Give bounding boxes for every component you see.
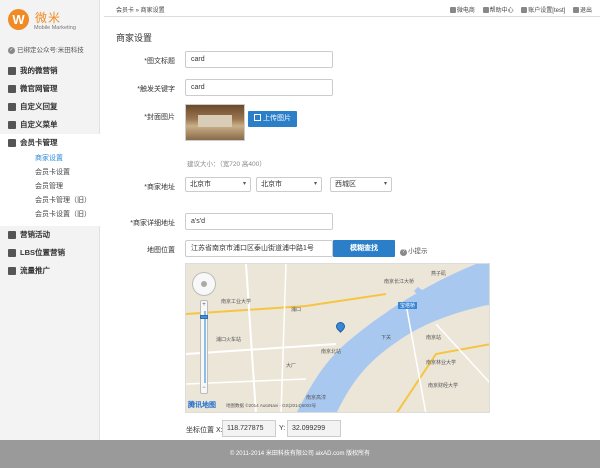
map-label: 宝塔桥 — [398, 302, 418, 309]
title-label: *图文标题 — [144, 58, 175, 65]
zoom-in-icon[interactable]: + — [201, 302, 207, 309]
coord-y-input[interactable]: 32.099299 — [287, 420, 341, 437]
map-label: 南京北站 — [321, 349, 342, 355]
map-label: 南京工业大学 — [221, 299, 252, 305]
city-select[interactable]: 北京市 ▾ — [256, 177, 322, 192]
shop-link[interactable]: 微电商 — [449, 7, 475, 14]
sidebar-item-my-marketing[interactable]: 我的微营销 — [0, 62, 100, 80]
map-label: 南京高淳 — [306, 395, 327, 401]
sidebar-nav: 我的微营销 微官网管理 自定义回复 自定义菜单 会员卡管理 商家设置 会员卡设置… — [0, 62, 100, 280]
zoom-out-icon[interactable]: − — [201, 385, 207, 392]
sidebar-item-custom-menu[interactable]: 自定义菜单 — [0, 116, 100, 134]
tip-link[interactable]: ? 小提示 — [400, 245, 428, 256]
account-settings-link[interactable]: 账户设置[test] — [521, 7, 565, 14]
detail-address-label: *商家详细地址 — [130, 220, 175, 227]
header-divider — [104, 16, 600, 17]
map-label: 南京林业大学 — [426, 360, 457, 366]
map-label: 下关 — [381, 335, 392, 341]
keyword-input[interactable]: card — [185, 79, 333, 96]
detail-address-input[interactable]: a's'd — [185, 213, 333, 230]
card-icon — [8, 139, 16, 147]
sidebar-item-custom-reply[interactable]: 自定义回复 — [0, 98, 100, 116]
check-icon: ✓ — [8, 46, 15, 54]
gear-icon — [8, 85, 16, 93]
help-link[interactable]: 帮助中心 — [482, 7, 514, 14]
coord-y-label: Y: — [279, 425, 286, 432]
keyword-label: *触发关键字 — [137, 86, 175, 93]
map-label: 浦口 — [291, 307, 302, 313]
map-location-label: 地图位置 — [147, 247, 175, 254]
map-label: 南京站 — [426, 335, 442, 341]
logout-link[interactable]: 退出 — [572, 7, 592, 14]
help-icon — [482, 7, 489, 13]
bound-account: ✓ 已绑定公众号:米田科技 — [8, 44, 84, 54]
map-logo: 腾讯地图 — [188, 402, 216, 409]
logout-icon — [572, 7, 579, 13]
map-label: 燕子矶 — [431, 271, 447, 277]
size-hint: 建议大小：（宽720 高400） — [187, 161, 266, 168]
map-zoom-control[interactable]: + − — [200, 300, 208, 394]
footer: © 2011-2014 米田科技有限公司 aixAD.com 版权所有 — [0, 440, 600, 468]
coord-x-input[interactable]: 118.727875 — [222, 420, 276, 437]
map-label: 南京财经大学 — [428, 383, 459, 389]
map-label: 大厂 — [286, 363, 297, 369]
bound-account-text: 已绑定公众号:米田科技 — [17, 47, 84, 54]
zoom-slider-handle[interactable] — [200, 315, 208, 319]
map-label: 南京长江大桥 — [384, 279, 415, 285]
reply-icon — [8, 103, 16, 111]
pan-center-icon — [201, 281, 207, 287]
fuzzy-search-button[interactable]: 模糊查找 — [333, 240, 395, 257]
sidebar-item-traffic[interactable]: 流量推广 — [0, 262, 100, 280]
map[interactable]: 南京长江大桥 燕子矶 宝塔桥 浦口 南京北站 下关 南京站 南京林业大学 南京财… — [185, 263, 490, 413]
top-links: 微电商 帮助中心 账户设置[test] 退出 — [444, 5, 592, 14]
map-address-input[interactable]: 江苏省南京市浦口区泰山街道浦中路1号 — [185, 240, 333, 257]
menu-icon — [8, 121, 16, 129]
logo-icon: W — [8, 9, 29, 30]
province-select[interactable]: 北京市 ▾ — [185, 177, 251, 192]
district-select[interactable]: 西城区 ▾ — [330, 177, 392, 192]
sidebar: W 微米 Mobile Marketing ✓ 已绑定公众号:米田科技 我的微营销… — [0, 0, 100, 440]
submenu-item-member-management[interactable]: 会员管理 — [0, 180, 100, 194]
logo-tagline: Mobile Marketing — [34, 25, 76, 31]
member-card-group: 会员卡管理 商家设置 会员卡设置 会员管理 会员卡管理（旧） 会员卡设置（旧） — [0, 134, 100, 226]
gift-icon — [8, 231, 16, 239]
sidebar-item-campaigns[interactable]: 营销活动 — [0, 226, 100, 244]
address-label: *商家地址 — [144, 184, 175, 191]
map-pan-control[interactable] — [192, 272, 216, 296]
shop-icon — [449, 7, 456, 13]
sidebar-item-member-card[interactable]: 会员卡管理 — [0, 134, 100, 152]
coord-x-label: 坐标位置 X: — [186, 427, 223, 434]
cover-label: *封面图片 — [144, 114, 175, 121]
page-title: 商家设置 — [116, 33, 153, 43]
chevron-down-icon: ▾ — [313, 181, 317, 187]
question-icon: ? — [400, 249, 407, 256]
location-icon — [8, 249, 16, 257]
submenu-item-card-settings[interactable]: 会员卡设置 — [0, 166, 100, 180]
chevron-down-icon: ▾ — [383, 181, 387, 187]
submenu-item-card-management-old[interactable]: 会员卡管理（旧） — [0, 194, 100, 208]
megaphone-icon — [8, 267, 16, 275]
submenu-item-merchant-settings[interactable]: 商家设置 — [0, 152, 100, 166]
map-copyright: 地图数据 ©2014 AutoNavi - GS(2014)6002号 — [226, 403, 317, 408]
chevron-down-icon: ▾ — [242, 181, 246, 187]
sidebar-item-website[interactable]: 微官网管理 — [0, 80, 100, 98]
breadcrumb: 会员卡 » 商家设置 — [116, 8, 165, 14]
logo[interactable]: W 微米 Mobile Marketing — [8, 9, 98, 39]
zoom-track — [204, 311, 206, 383]
home-icon — [8, 67, 16, 75]
cover-image — [185, 104, 245, 141]
title-input[interactable]: card — [185, 51, 333, 68]
submenu-item-card-settings-old[interactable]: 会员卡设置（旧） — [0, 208, 100, 222]
sidebar-item-lbs[interactable]: LBS位置营销 — [0, 244, 100, 262]
logo-name: 微米 — [35, 11, 62, 25]
map-label: 浦口火车站 — [216, 337, 242, 343]
user-icon — [521, 7, 528, 13]
image-icon — [254, 114, 261, 121]
upload-button[interactable]: 上传图片 — [248, 111, 297, 127]
